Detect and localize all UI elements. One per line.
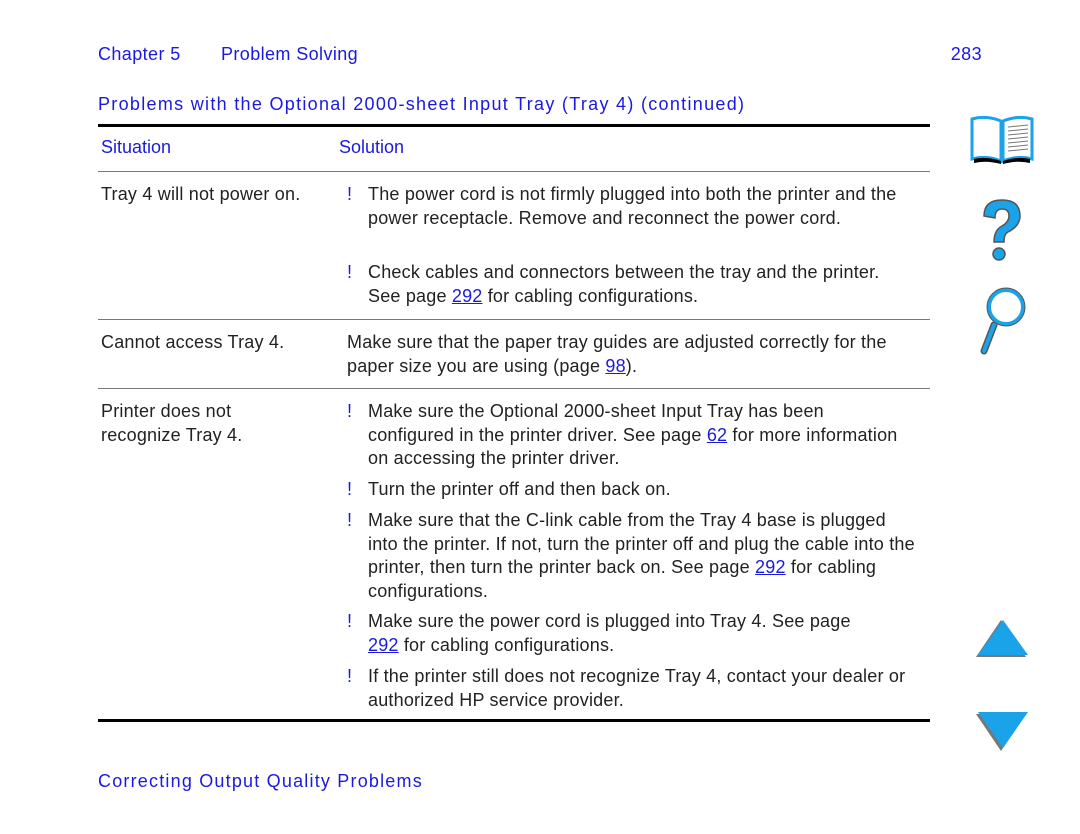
contents-book-icon[interactable] [968,113,1036,165]
next-page-arrow-icon[interactable] [974,710,1030,752]
page-link[interactable]: 292 [368,635,399,655]
situation-cell: Cannot access Tray 4. [101,332,285,352]
solution-item: The power cord is not firmly plugged int… [368,184,897,228]
bullet-marker: ! [347,666,353,686]
bullet-marker: ! [347,611,353,631]
situation-cell: Printer does not recognize Tray 4. [101,401,243,445]
page-link[interactable]: 292 [755,557,786,577]
previous-page-arrow-icon[interactable] [974,618,1030,660]
table-title: Problems with the Optional 2000-sheet In… [98,94,746,114]
bullet-marker: ! [347,401,353,421]
help-question-icon[interactable] [976,196,1026,266]
next-section-link[interactable]: Correcting Output Quality Problems [98,771,423,792]
page-link[interactable]: 292 [452,286,483,306]
solution-item: Make sure that the C-link cable from the… [368,510,915,601]
page-link[interactable]: 62 [707,425,727,445]
row-divider [98,319,930,320]
chapter-label: Chapter 5 [98,44,181,64]
solution-item: Turn the printer off and then back on. [368,479,671,499]
page-link[interactable]: 98 [605,356,625,376]
table-top-rule [98,124,930,127]
column-header-solution: Solution [339,137,405,157]
bullet-marker: ! [347,479,353,499]
solution-item: Check cables and connectors between the … [368,262,880,306]
column-header-situation: Situation [101,137,172,157]
header-divider [98,171,930,172]
bullet-marker: ! [347,510,353,530]
search-magnifier-icon[interactable] [976,285,1036,357]
page-number: 283 [950,44,982,64]
bullet-marker: ! [347,262,353,282]
row-divider [98,388,930,389]
table-bottom-rule [98,719,930,722]
section-link[interactable]: Problem Solving [221,44,358,65]
solution-item: Make sure the Optional 2000-sheet Input … [368,401,898,468]
bullet-marker: ! [347,184,353,204]
solution-item: If the printer still does not recognize … [368,666,906,710]
solution-item: Make sure that the paper tray guides are… [347,332,887,376]
situation-cell: Tray 4 will not power on. [101,184,301,204]
solution-item: Make sure the power cord is plugged into… [368,611,851,655]
